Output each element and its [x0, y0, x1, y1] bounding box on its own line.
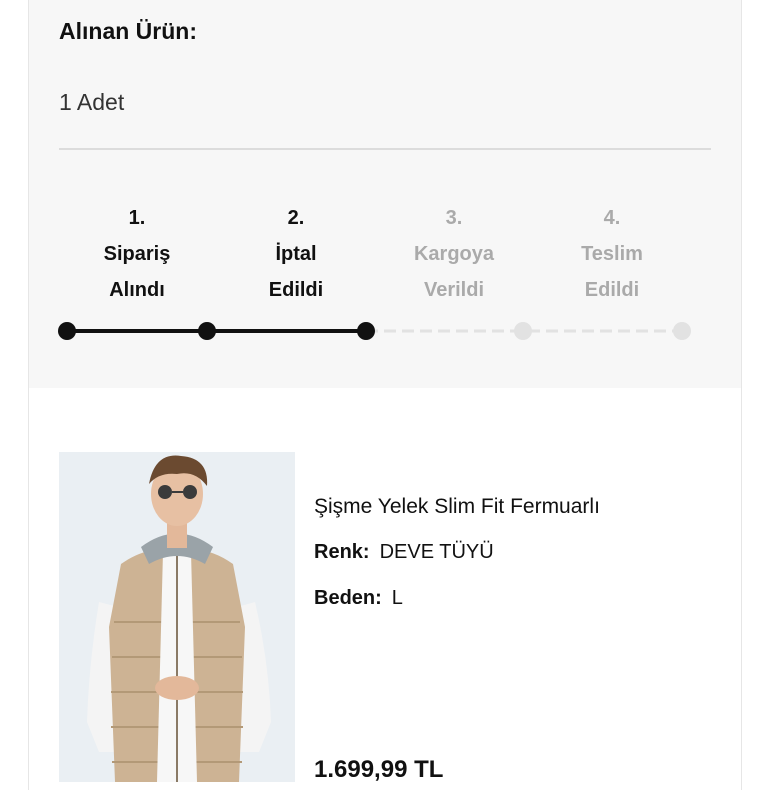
step-current-dot — [357, 322, 375, 340]
product-name[interactable]: Şişme Yelek Slim Fit Fermuarlı — [314, 495, 600, 519]
size-key: Beden: — [314, 587, 382, 609]
product-size: Beden: L — [314, 587, 403, 610]
step-1-dot — [58, 322, 76, 340]
order-card: Alınan Ürün: 1 Adet 1. Sipariş Alındı 2.… — [28, 0, 742, 790]
product-photo-illustration — [59, 452, 295, 782]
step-4-dot — [673, 322, 691, 340]
progress-tracker — [58, 322, 691, 340]
step-3-dot — [514, 322, 532, 340]
product-price: 1.699,99 TL — [314, 756, 444, 783]
color-value: DEVE TÜYÜ — [379, 541, 494, 563]
product-image[interactable] — [59, 452, 295, 782]
step-2-dot — [198, 322, 216, 340]
color-key: Renk: — [314, 541, 370, 563]
product-color: Renk: DEVE TÜYÜ — [314, 541, 494, 564]
size-value: L — [391, 587, 403, 609]
order-status-panel: Alınan Ürün: 1 Adet 1. Sipariş Alındı 2.… — [29, 0, 741, 388]
